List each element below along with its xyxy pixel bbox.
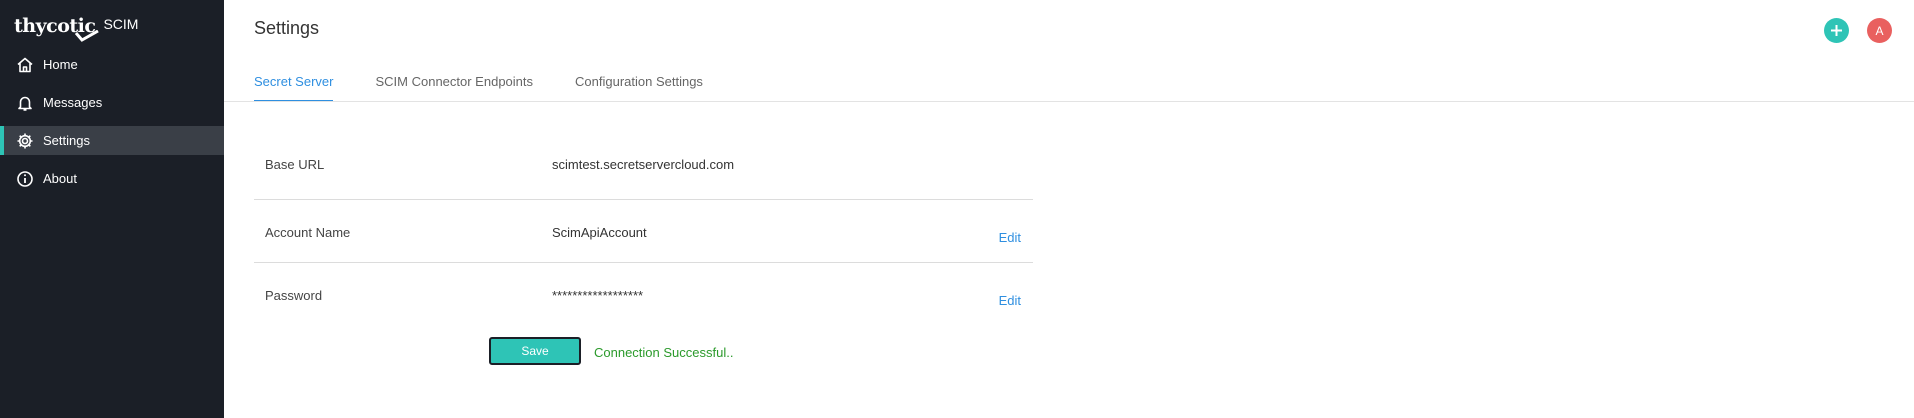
thycotic-logo: thycotic <box>14 14 99 42</box>
plus-icon <box>1831 25 1842 36</box>
sidebar-item-label: Settings <box>43 133 90 148</box>
add-button[interactable] <box>1824 18 1849 43</box>
setting-label: Base URL <box>265 157 325 172</box>
setting-label: Account Name <box>265 225 351 240</box>
edit-account-name-link[interactable]: Edit <box>999 230 1021 245</box>
setting-label: Password <box>265 288 323 303</box>
settings-table: Base URL scimtest.secretservercloud.com … <box>254 132 1033 325</box>
logo-check-icon <box>74 30 99 42</box>
tab-secret-server[interactable]: Secret Server <box>254 74 334 102</box>
setting-value: ScimApiAccount <box>552 225 647 240</box>
tabs-divider <box>224 101 1914 102</box>
main-content: Settings A Secret Server SCIM Connector … <box>224 0 1914 418</box>
edit-password-link[interactable]: Edit <box>999 293 1021 308</box>
sidebar-item-messages[interactable]: Messages <box>0 88 224 117</box>
info-icon <box>16 170 34 188</box>
sidebar-item-label: Home <box>43 57 78 72</box>
sidebar-item-about[interactable]: About <box>0 164 224 193</box>
setting-value: scimtest.secretservercloud.com <box>552 157 735 172</box>
sidebar-item-label: About <box>43 171 77 186</box>
product-name: SCIM <box>103 16 139 32</box>
setting-row-account-name: Account Name ScimApiAccount Edit <box>254 200 1033 263</box>
user-avatar[interactable]: A <box>1867 18 1892 43</box>
gear-icon <box>16 132 34 150</box>
top-actions: A <box>1824 18 1892 43</box>
brand[interactable]: thycotic SCIM <box>14 14 138 44</box>
sidebar-item-label: Messages <box>43 95 103 110</box>
home-icon <box>16 56 34 74</box>
page-title: Settings <box>254 18 320 38</box>
setting-row-password: Password ****************** Edit <box>254 263 1033 325</box>
connection-status: Connection Successful.. <box>594 345 734 360</box>
tab-bar: Secret Server SCIM Connector Endpoints C… <box>254 74 745 102</box>
tab-configuration-settings[interactable]: Configuration Settings <box>575 74 703 102</box>
tab-scim-connector-endpoints[interactable]: SCIM Connector Endpoints <box>375 74 533 102</box>
sidebar-item-home[interactable]: Home <box>0 50 224 79</box>
setting-row-base-url: Base URL scimtest.secretservercloud.com <box>254 132 1033 200</box>
bell-icon <box>16 94 34 112</box>
sidebar-nav: Home Messages Settings About <box>0 50 224 202</box>
sidebar-item-settings[interactable]: Settings <box>0 126 224 155</box>
sidebar: thycotic SCIM Home Messages Settings Abo… <box>0 0 224 418</box>
setting-value: ****************** <box>552 288 644 303</box>
save-button[interactable]: Save <box>489 337 581 365</box>
